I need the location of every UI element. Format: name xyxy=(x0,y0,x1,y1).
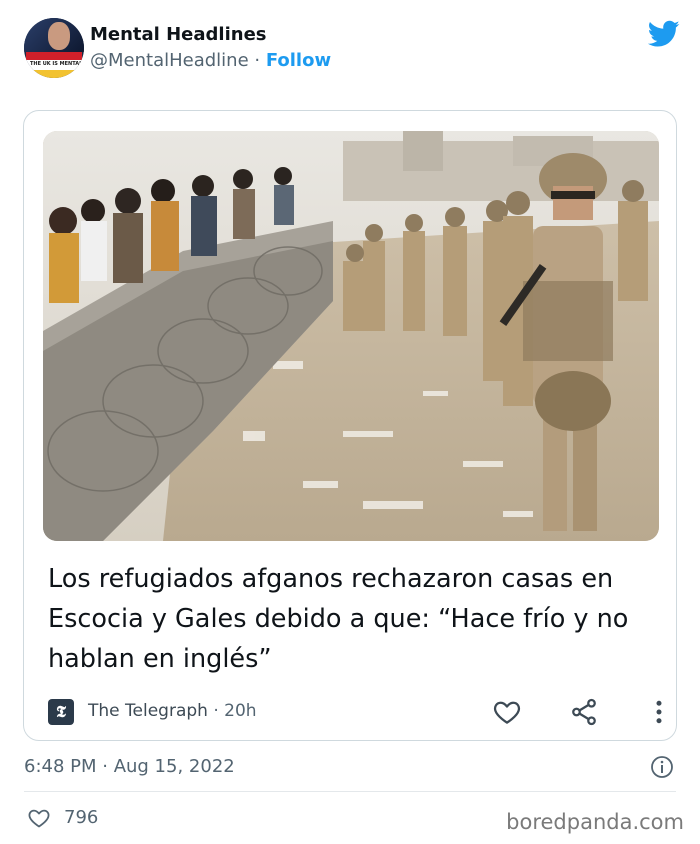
soldiers-and-refugees-photo[interactable] xyxy=(43,131,659,541)
twitter-bird-icon[interactable] xyxy=(648,20,680,48)
more-vertical-icon[interactable] xyxy=(644,697,674,727)
source-separator: · xyxy=(207,701,225,721)
avatar-face xyxy=(48,22,70,50)
card-source-row: 𝕿 The Telegraph · 20h xyxy=(48,697,662,727)
source-time: 20h xyxy=(224,701,257,721)
avatar-breaking-bar xyxy=(26,52,82,60)
handle-row: @MentalHeadline · Follow xyxy=(90,50,331,71)
tweet-header: THE UK IS MENTAL Mental Headlines @Menta… xyxy=(24,18,680,80)
info-icon[interactable] xyxy=(650,755,674,779)
tweet-timestamp[interactable]: 6:48 PM · Aug 15, 2022 xyxy=(24,756,235,777)
handle-separator: · xyxy=(248,50,266,71)
avatar-text: THE UK IS MENTAL xyxy=(30,61,83,67)
heart-icon[interactable] xyxy=(26,806,52,830)
source-name: The Telegraph xyxy=(88,701,208,721)
heart-icon[interactable] xyxy=(492,697,522,727)
card-headline[interactable]: Los refugiados afganos rechazaron casas … xyxy=(48,559,648,679)
like-count[interactable]: 796 xyxy=(64,807,98,828)
avatar[interactable]: THE UK IS MENTAL xyxy=(24,18,84,78)
photo-illustration xyxy=(43,131,659,541)
link-card[interactable]: Los refugiados afganos rechazaron casas … xyxy=(23,110,677,741)
account-name[interactable]: Mental Headlines xyxy=(90,24,267,45)
card-source: The Telegraph · 20h xyxy=(88,701,257,721)
follow-button[interactable]: Follow xyxy=(266,50,331,71)
account-handle[interactable]: @MentalHeadline xyxy=(90,50,249,71)
telegraph-logo-icon: 𝕿 xyxy=(48,699,74,725)
share-icon[interactable] xyxy=(569,697,599,727)
avatar-ticker xyxy=(24,70,84,78)
watermark: boredpanda.com xyxy=(506,810,684,834)
divider xyxy=(24,791,676,792)
